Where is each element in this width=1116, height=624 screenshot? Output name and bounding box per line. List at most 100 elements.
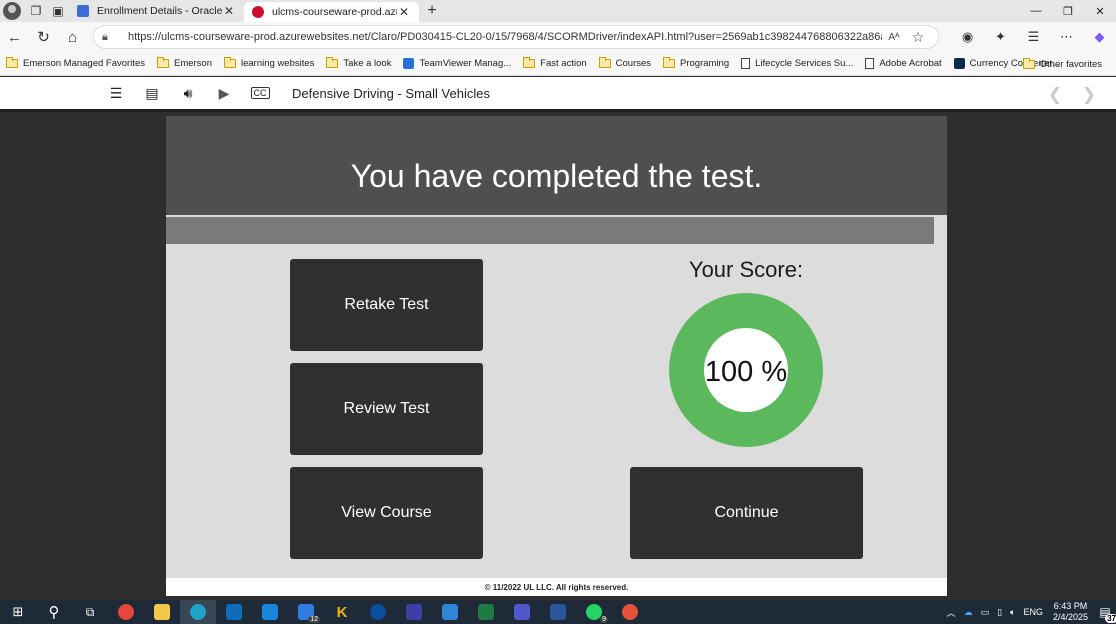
bookmark-fast-action[interactable]: Fast action [523, 57, 587, 69]
address-bar[interactable]: 🔒︎ https://ulcms-courseware-prod.azurewe… [93, 25, 939, 49]
snipping-tool-icon[interactable] [612, 600, 648, 624]
browser-action-icons: ◉ ✦ ☰ ⋯ ◆ [951, 22, 1116, 52]
word-icon[interactable] [540, 600, 576, 624]
folder-icon [1022, 57, 1035, 69]
chrome-icon[interactable] [108, 600, 144, 624]
bookmark-take-a-look[interactable]: Take a look [326, 57, 391, 69]
transcript-icon[interactable]: ▤ [134, 76, 170, 111]
review-test-button[interactable]: Review Test [290, 363, 483, 455]
read-aloud-icon[interactable]: Aᴬ [882, 32, 906, 43]
previous-arrow-icon[interactable]: ❮ [1038, 77, 1072, 112]
network-icon[interactable]: ▯ [997, 607, 1002, 618]
copilot-icon[interactable]: ◆ [1083, 22, 1116, 52]
edge-icon[interactable] [180, 600, 216, 624]
k-app-icon[interactable]: K [324, 600, 360, 624]
bookmark-learning-websites[interactable]: learning websites [224, 57, 314, 69]
page-icon [865, 58, 875, 69]
play-icon[interactable]: ▶ [206, 76, 242, 111]
excel-icon[interactable] [468, 600, 504, 624]
system-tray: ︿ ☁ ▭ ▯ 🔈︎ ENG 6:43 PM 2/4/2025 ▤ 37 [943, 600, 1116, 624]
file-explorer-icon[interactable] [144, 600, 180, 624]
menu-icon[interactable]: ☰ [98, 76, 134, 111]
bookmark-emerson[interactable]: Emerson [156, 57, 212, 69]
outlook-icon[interactable] [216, 600, 252, 624]
clock-date: 2/4/2025 [1052, 612, 1088, 622]
close-tab-icon[interactable]: ✕ [222, 4, 236, 18]
home-button[interactable]: ⌂ [58, 22, 87, 52]
language-indicator[interactable]: ENG [1023, 607, 1043, 617]
extensions-puzzle-icon[interactable]: ✦ [984, 22, 1017, 52]
battery-icon[interactable]: ▭ [981, 607, 990, 618]
tab-actions-icon[interactable]: ▣ [47, 0, 69, 22]
folder-icon [663, 57, 676, 68]
start-button[interactable]: ⊞ [0, 600, 36, 624]
folder-icon [598, 57, 611, 68]
view-course-button[interactable]: View Course [290, 467, 483, 559]
tab-enrollment-details[interactable]: Enrollment Details - Oracle Fusion ✕ [69, 0, 244, 22]
folder-icon [156, 57, 169, 68]
favorites-icon[interactable]: ☰ [1017, 22, 1050, 52]
course-nav: ❮ ❯ [1038, 77, 1106, 112]
results-header: You have completed the test. [166, 116, 947, 215]
whatsapp-icon[interactable]: 9 [576, 600, 612, 624]
windows-taskbar: ⊞ ⚲ ⧉ 12 K 9 ︿ ☁ ▭ ▯ 🔈︎ ENG 6:43 PM 2/4/… [0, 600, 1116, 624]
bookmark-teamviewer[interactable]: TeamViewer Manag... [403, 58, 511, 69]
copyright-footer: © 11/2022 UL LLC. All rights reserved. [166, 578, 947, 596]
clock[interactable]: 6:43 PM 2/4/2025 [1053, 601, 1088, 623]
favorite-star-icon[interactable]: ☆ [906, 29, 930, 46]
task-view-icon[interactable]: ⧉ [72, 600, 108, 624]
paint-icon[interactable] [432, 600, 468, 624]
search-icon[interactable]: ⚲ [36, 600, 72, 624]
score-donut: 100 % [669, 293, 823, 447]
teams-icon[interactable] [504, 600, 540, 624]
retake-test-button[interactable]: Retake Test [290, 259, 483, 351]
progress-strip [166, 217, 934, 244]
volume-tray-icon[interactable]: 🔈︎ [1010, 607, 1015, 618]
profile-avatar[interactable] [3, 2, 21, 20]
course-toolbar: ☰ ▤ 🔊︎ ▶ CC Defensive Driving - Small Ve… [0, 77, 1116, 112]
folder-icon [6, 57, 18, 68]
address-toolbar: ← ↻ ⌂ 🔒︎ https://ulcms-courseware-prod.a… [0, 22, 1116, 52]
back-button[interactable]: ← [0, 22, 29, 52]
folder-icon [224, 57, 236, 68]
bookmark-courses[interactable]: Courses [598, 57, 651, 69]
minimize-button[interactable]: — [1020, 0, 1052, 22]
closed-caption-icon[interactable]: CC [242, 76, 278, 111]
next-arrow-icon[interactable]: ❯ [1072, 77, 1106, 112]
bookmark-adobe-acrobat[interactable]: Adobe Acrobat [865, 58, 942, 69]
workspaces-icon[interactable]: ❐ [25, 0, 47, 22]
lock-icon[interactable]: 🔒︎ [102, 31, 120, 44]
outlook-new-icon[interactable] [252, 600, 288, 624]
score-label: Your Score: [688, 257, 804, 282]
notification-count: 37 [1105, 614, 1116, 623]
browser-tab-bar: ❐ ▣ Enrollment Details - Oracle Fusion ✕… [0, 0, 1116, 22]
completion-heading: You have completed the test. [350, 158, 763, 194]
onedrive-icon[interactable]: ☁ [964, 607, 973, 618]
more-menu-icon[interactable]: ⋯ [1050, 22, 1083, 52]
continue-button[interactable]: Continue [630, 467, 863, 559]
extension-icon[interactable]: ◉ [951, 22, 984, 52]
close-window-button[interactable]: ✕ [1084, 0, 1116, 22]
chevron-up-icon[interactable]: ︿ [947, 606, 956, 619]
clock-time: 6:43 PM [1053, 601, 1088, 611]
notification-center-icon[interactable]: ▤ 37 [1094, 603, 1116, 623]
volume-icon[interactable]: 🔊︎ [170, 76, 206, 111]
bookmark-other-favorites[interactable]: Other favorites [1022, 52, 1102, 76]
bookmark-lifecycle-services[interactable]: Lifecycle Services Su... [741, 58, 853, 69]
restore-button[interactable]: ❐ [1052, 0, 1084, 22]
test-results-panel: You have completed the test. Retake Test… [166, 116, 947, 596]
oracle-tab-icon [77, 5, 89, 17]
refresh-button[interactable]: ↻ [29, 22, 58, 52]
bookmark-programing[interactable]: Programing [663, 57, 729, 69]
todo-icon[interactable]: 12 [288, 600, 324, 624]
url-text[interactable]: https://ulcms-courseware-prod.azurewebsi… [128, 31, 882, 43]
course-title: Defensive Driving - Small Vehicles [292, 85, 490, 101]
tab-ulcms-courseware[interactable]: ulcms-courseware-prod.azurewebsites ✕ [244, 2, 419, 22]
app-icon[interactable] [396, 600, 432, 624]
new-tab-button[interactable]: + [419, 2, 445, 20]
bookmark-emerson-managed-favorites[interactable]: Emerson Managed Favorites [6, 57, 145, 69]
ulcms-tab-icon [252, 6, 264, 18]
webex-icon[interactable] [360, 600, 396, 624]
close-tab-icon[interactable]: ✕ [397, 5, 411, 19]
score-value: 100 % [705, 356, 787, 388]
